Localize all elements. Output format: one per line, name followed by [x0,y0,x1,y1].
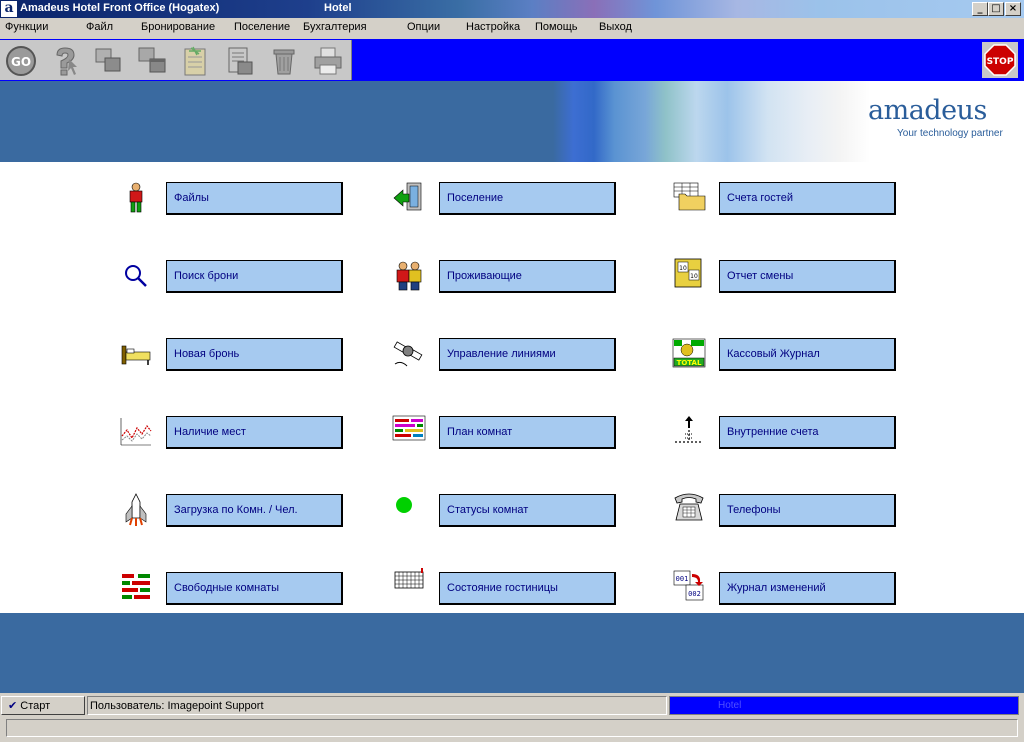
satellite-icon [393,341,423,367]
hotel-state-button[interactable]: Состояние гостиницы [439,572,616,605]
availability-button[interactable]: Наличие мест [166,416,343,449]
residents-button[interactable]: Проживающие [439,260,616,293]
window-subtitle: Hotel [324,2,352,14]
cash-journal-button[interactable]: Кассовый Журнал [719,338,896,371]
guest-accounts-button[interactable]: Счета гостей [719,182,896,215]
menu-file[interactable]: Файл [86,21,113,33]
title-bar[interactable]: a Amadeus Hotel Front Office (Hogatex) H… [0,0,1024,18]
search-booking-button[interactable]: Поиск брони [166,260,343,293]
menu-exit[interactable]: Выход [599,21,632,33]
print-button[interactable] [311,44,345,78]
user-status: Пользователь: Imagepoint Support [87,696,667,715]
svg-text:10: 10 [690,273,698,280]
menu-functions[interactable]: Функции [5,21,48,33]
svg-text:10: 10 [679,265,687,272]
report-icon [228,47,253,75]
change-journal-button[interactable]: Журнал изменений [719,572,896,605]
stop-button[interactable]: STOP [982,42,1018,78]
report-button[interactable] [223,44,257,78]
main-menu-panel: Файлы Поиск брони Новая бронь Наличие ме… [0,162,1024,613]
line-management-button[interactable]: Управление линиями [439,338,616,371]
menu-options[interactable]: Опции [407,21,440,33]
house-arrow-icon [675,416,703,443]
start-label: Старт [20,700,51,712]
grid-blocks-icon [122,574,150,599]
room-statuses-button[interactable]: Статусы комнат [439,494,616,527]
menu-checkin[interactable]: Поселение [234,21,290,33]
bed-icon [121,345,151,365]
line-chart-icon [120,418,152,446]
secondary-status-field [6,719,1018,737]
menu-settings[interactable]: Настройка [466,21,520,33]
go-button[interactable]: GO [4,44,38,78]
close-button[interactable]: × [1005,2,1021,16]
load-by-room-button[interactable]: Загрузка по Комн. / Чел. [166,494,343,527]
people-icon [396,261,422,291]
banner: amadeus Your technology partner [0,81,1024,162]
telephones-button[interactable]: Телефоны [719,494,896,527]
notes-button[interactable] [178,44,212,78]
new-booking-button[interactable]: Новая бронь [166,338,343,371]
telephone-icon [674,493,704,521]
menu-bar: Функции Файл Бронирование Поселение Бухг… [0,18,1024,39]
door-arrow-icon [393,182,422,211]
rocket-icon [125,493,147,526]
status-bar: ✔ Старт Пользователь: Imagepoint Support… [0,693,1024,717]
room-plan-icon [392,415,426,441]
maximize-button[interactable]: □ [988,2,1004,16]
calendar-grid-icon [394,568,424,589]
blue-status-panel: Hotel [669,696,1019,715]
window-title: Amadeus Hotel Front Office (Hogatex) [20,2,220,14]
go-label: GO [11,55,31,69]
tile-button[interactable] [135,44,169,78]
change-log-icon: 001 002 [673,570,704,601]
stop-sign-icon: STOP [984,44,1016,76]
menu-help[interactable]: Помощь [535,21,578,33]
start-icon: ✔ [8,700,18,712]
cascade-button[interactable] [91,44,125,78]
checkin-button[interactable]: Поселение [439,182,616,215]
svg-text:TOTAL: TOTAL [677,359,702,367]
svg-text:001: 001 [676,575,689,583]
calendar-book-icon: 10 10 [674,258,702,288]
printer-icon [314,47,342,75]
start-button[interactable]: ✔ Старт [1,696,85,715]
menu-accounting[interactable]: Бухгалтерия [303,21,367,33]
toolbar: GO STOP [0,39,1024,81]
menu-booking[interactable]: Бронирование [141,21,215,33]
green-dot-icon [396,497,412,513]
lower-band [0,613,1024,693]
notepad-icon [184,46,206,76]
files-button[interactable]: Файлы [166,182,343,215]
logo-tagline: Your technology partner [897,128,1003,139]
person-icon [129,182,143,213]
blue-status-text: Hotel [718,700,742,711]
stop-label: STOP [987,57,1014,67]
help-button[interactable] [48,44,82,78]
internal-accounts-button[interactable]: Внутренние счета [719,416,896,449]
amadeus-logo: amadeus [868,95,987,126]
shift-report-button[interactable]: Отчет смены [719,260,896,293]
trash-icon [273,49,295,75]
toolbar-buttons: GO [0,40,352,80]
windows-icon [138,47,166,73]
free-rooms-button[interactable]: Свободные комнаты [166,572,343,605]
help-icon [56,47,77,76]
room-plan-button[interactable]: План комнат [439,416,616,449]
folder-table-icon [673,182,706,211]
minimize-button[interactable]: _ [972,2,988,16]
delete-button[interactable] [267,44,301,78]
secondary-status-bar [0,717,1024,742]
app-icon[interactable]: a [1,1,17,17]
svg-text:002: 002 [688,590,701,598]
go-icon: GO [6,46,36,76]
magnifier-icon [125,265,147,287]
total-ledger-icon: TOTAL [672,338,706,368]
copy-windows-icon [95,48,121,72]
